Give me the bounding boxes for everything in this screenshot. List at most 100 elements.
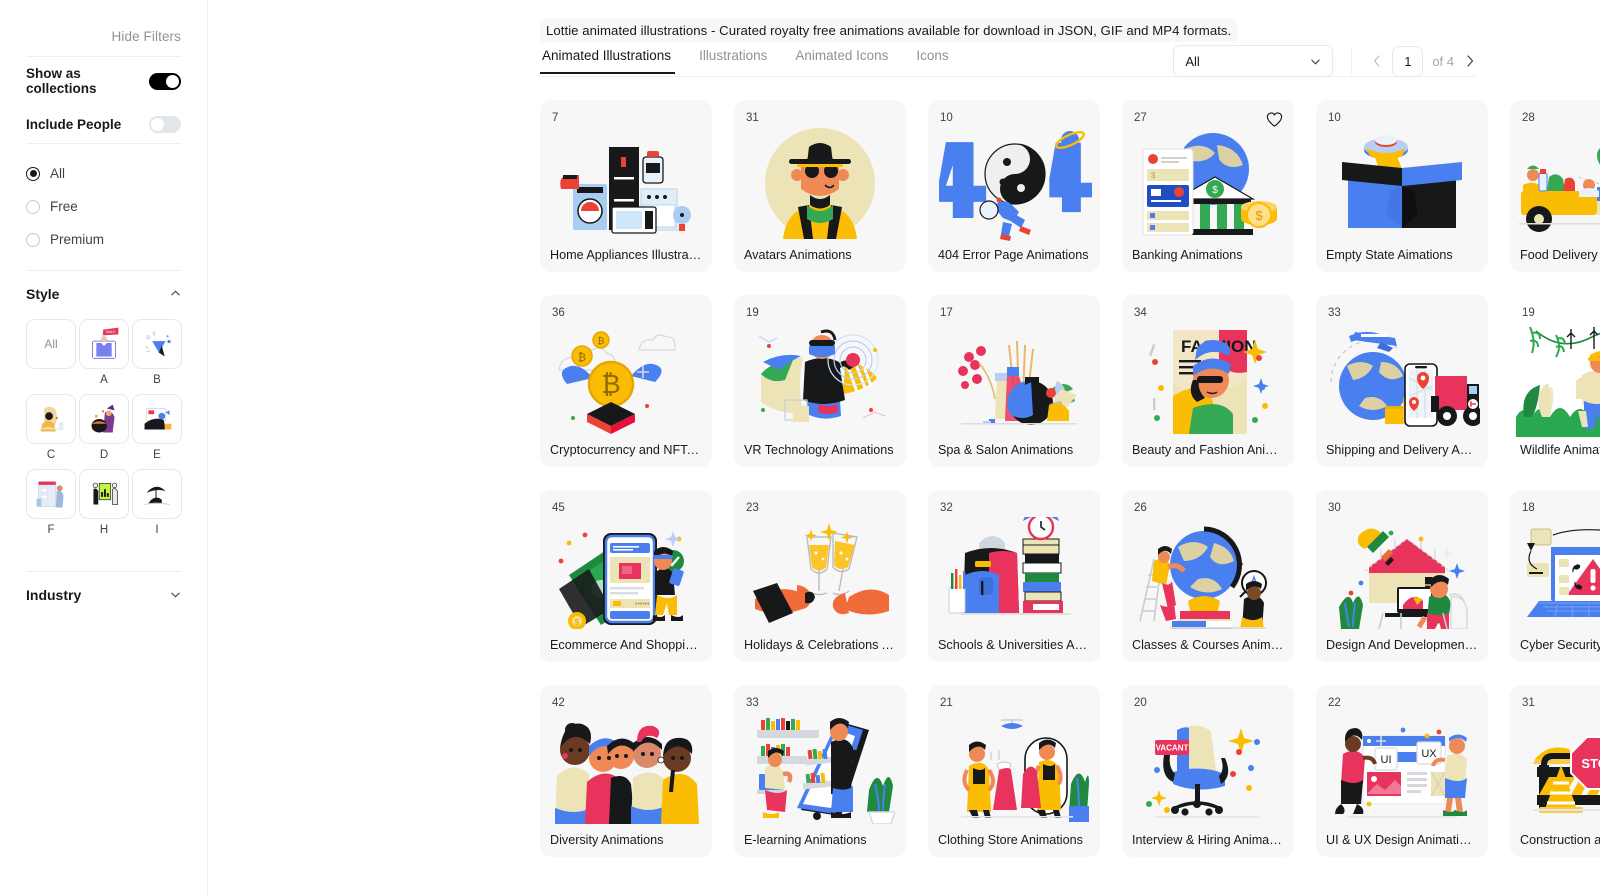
style-thumb-d[interactable] [79, 394, 129, 444]
tab-icons[interactable]: Icons [902, 48, 962, 73]
card-title: Schools & Universities Ani... [928, 628, 1100, 662]
style-section-header[interactable]: Style [26, 270, 181, 316]
card-title: Interview & Hiring Animati... [1122, 823, 1294, 857]
tab-illustrations[interactable]: Illustrations [685, 48, 781, 73]
pagination-page-input[interactable]: 1 [1392, 45, 1424, 77]
card-title: Food Delivery Animations [1510, 238, 1600, 272]
price-filter-group: All Free Premium [26, 144, 181, 266]
svg-text:$: $ [1255, 208, 1263, 223]
collection-card[interactable]: 34 FASHION Beauty and Fashion Anima... [1122, 295, 1294, 467]
collection-card[interactable]: 10 404 Error Page Animations [928, 100, 1100, 272]
card-title: Home Appliances Illustrati... [540, 238, 712, 272]
chevron-down-icon [171, 592, 180, 598]
card-item-count: 7 [552, 112, 559, 124]
collection-card[interactable]: 36 ₿ ₿ ₿ Cryptocurrency and NFTs ... [540, 295, 712, 467]
style-thumb-b[interactable] [132, 319, 182, 369]
collection-card[interactable]: 20 VACANT Interview & Hiring Animati... [1122, 685, 1294, 857]
card-illustration [734, 319, 906, 437]
radio-indicator-all[interactable] [26, 166, 40, 181]
card-item-count: 32 [940, 502, 953, 514]
svg-text:SALE: SALE [106, 330, 116, 334]
industry-section-header[interactable]: Industry [26, 571, 181, 617]
card-title-text: Construction and Architec... [1520, 833, 1600, 847]
sidebar-divider-top [26, 56, 181, 57]
collection-card[interactable]: 42 Diversity Animations [540, 685, 712, 857]
tab-animated-icons[interactable]: Animated Icons [781, 48, 902, 73]
card-illustration [1122, 514, 1294, 632]
card-item-count: 31 [1522, 697, 1535, 709]
svg-text:••••••: •••••• [635, 601, 650, 608]
card-title-text: Empty State Aimations [1326, 248, 1453, 262]
collection-card[interactable]: 19 VR Technology Animations [734, 295, 906, 467]
radio-option-all[interactable]: All [26, 157, 181, 190]
card-item-count: 45 [552, 502, 565, 514]
card-title-text: E-learning Animations [744, 833, 867, 847]
card-item-count: 20 [1134, 697, 1147, 709]
collection-card[interactable]: 19 Wildlife Animations [1510, 295, 1600, 467]
include-people-switch[interactable] [149, 115, 181, 133]
style-f-icon [36, 481, 64, 508]
collection-card[interactable]: 32 Schools & Universities Ani... [928, 490, 1100, 662]
style-thumb-e[interactable] [132, 394, 182, 444]
toggle-row-include-people[interactable]: Include People [26, 105, 181, 143]
collection-card[interactable]: 23 Holidays & Celebrations A... [734, 490, 906, 662]
card-title: Beauty and Fashion Anima... [1122, 433, 1294, 467]
collection-card[interactable]: 17 Spa & Salon Animations [928, 295, 1100, 467]
collection-card[interactable]: 10 Empty State Aimations [1316, 100, 1488, 272]
collection-card[interactable]: 26 Classes & Courses Animati... [1122, 490, 1294, 662]
filters-sidebar: Hide Filters Show as collections Include… [0, 0, 208, 896]
style-thumb-f[interactable] [26, 469, 76, 519]
collection-card[interactable]: 18 Cyber Security Animations [1510, 490, 1600, 662]
chevron-down-icon [1311, 59, 1321, 64]
style-thumb-h[interactable] [79, 469, 129, 519]
show-as-collections-switch[interactable] [149, 72, 181, 90]
card-illustration: FASHION [1122, 319, 1294, 437]
collection-card[interactable]: 33 Shipping and Delivery Ani... [1316, 295, 1488, 467]
toggle-row-show-as-collections[interactable]: Show as collections [26, 62, 181, 100]
radio-option-free[interactable]: Free [26, 190, 181, 223]
card-illustration [540, 124, 712, 242]
card-item-count: 19 [746, 307, 759, 319]
style-thumb-all[interactable]: All [26, 319, 76, 369]
card-title-text: Clothing Store Animations [938, 833, 1083, 847]
card-item-count: 36 [552, 307, 565, 319]
category-select[interactable]: All [1173, 45, 1334, 77]
card-item-count: 33 [746, 697, 759, 709]
style-caption-a: A [100, 374, 108, 386]
collection-card[interactable]: 30 Design And Development ... [1316, 490, 1488, 662]
card-item-count: 33 [1328, 307, 1341, 319]
card-title: Clothing Store Animations [928, 823, 1100, 857]
card-title: Banking Animations [1122, 238, 1294, 272]
radio-indicator-premium[interactable] [26, 232, 40, 247]
svg-text:₿: ₿ [578, 352, 586, 364]
card-title: Classes & Courses Animati... [1122, 628, 1294, 662]
pagination-prev-button[interactable] [1370, 54, 1383, 69]
chevron-up-icon [171, 290, 180, 296]
collection-card[interactable]: 27 $ $ $ Banking Animations [1122, 100, 1294, 272]
card-title-text: Food Delivery Animations [1520, 248, 1600, 262]
hide-filters-button[interactable]: Hide Filters [26, 0, 181, 56]
collection-card[interactable]: 28 Food Delivery Animations [1510, 100, 1600, 272]
style-thumb-i[interactable] [132, 469, 182, 519]
card-title: E-learning Animations [734, 823, 906, 857]
card-item-count: 34 [1134, 307, 1147, 319]
collection-card[interactable]: 31 STOP Construction and Architec... [1510, 685, 1600, 857]
collection-card[interactable]: 7 Home Appliances Illustrati... [540, 100, 712, 272]
style-a-icon: SALE [92, 327, 119, 359]
collection-card[interactable]: 22 UI UX UI & UX Design Animations [1316, 685, 1488, 857]
card-illustration [1316, 514, 1488, 632]
collection-card[interactable]: 45 •••••• $ Ecommerce And Shopping... [540, 490, 712, 662]
heart-icon[interactable] [1266, 111, 1283, 128]
pagination-next-button[interactable] [1463, 54, 1476, 69]
radio-option-premium[interactable]: Premium [26, 223, 181, 256]
tab-animated-illustrations[interactable]: Animated Illustrations [540, 48, 685, 74]
card-title: 404 Error Page Animations [928, 238, 1100, 272]
collection-card[interactable]: 33 E-learning Animations [734, 685, 906, 857]
style-thumb-a[interactable]: SALE [79, 319, 129, 369]
radio-indicator-free[interactable] [26, 199, 40, 214]
collection-card[interactable]: 31 Avatars Animations [734, 100, 906, 272]
app-root: Hide Filters Show as collections Include… [0, 0, 1600, 896]
style-cell-i: I [132, 469, 182, 537]
style-thumb-c[interactable] [26, 394, 76, 444]
collection-card[interactable]: 21 Clothing Store Animations [928, 685, 1100, 857]
